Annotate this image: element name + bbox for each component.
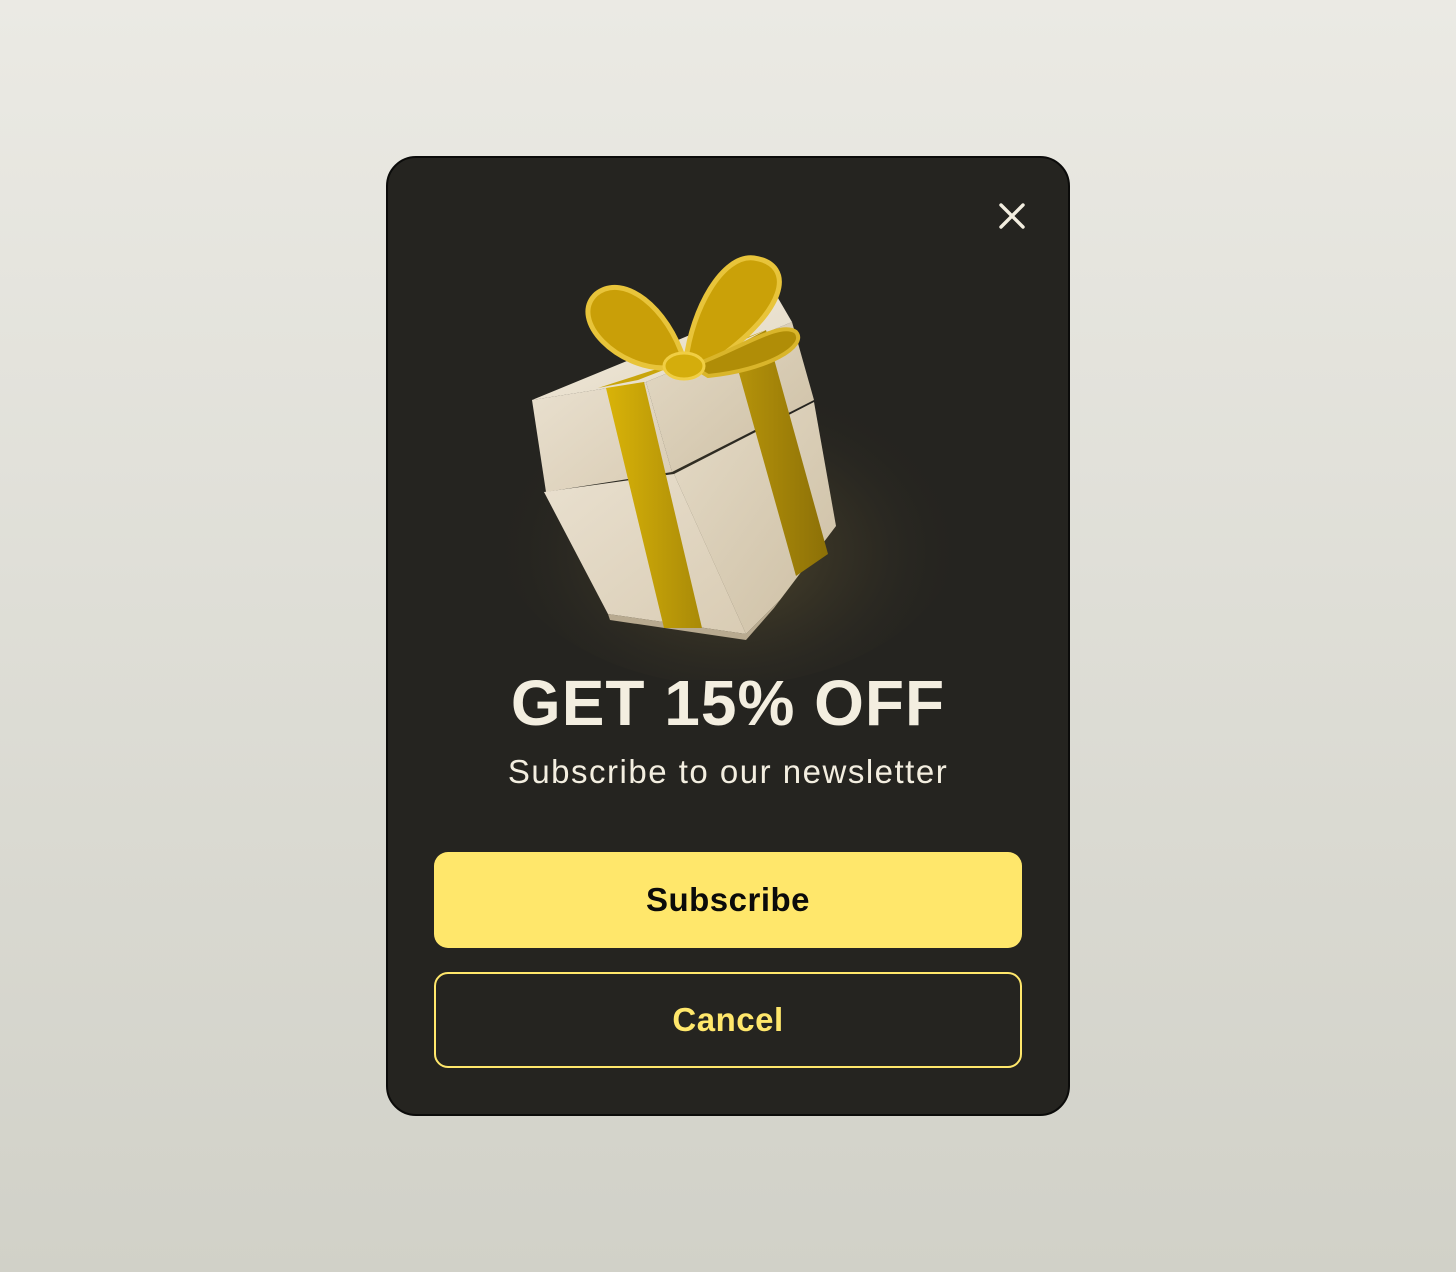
close-button[interactable] [992, 196, 1032, 236]
newsletter-modal: GET 15% OFF Subscribe to our newsletter … [386, 156, 1070, 1116]
offer-headline: GET 15% OFF [510, 667, 946, 739]
subscribe-button[interactable]: Subscribe [434, 852, 1022, 948]
gift-illustration [478, 210, 978, 680]
close-icon [999, 203, 1025, 229]
subscribe-button-label: Subscribe [645, 881, 811, 918]
cancel-button[interactable]: Cancel [434, 972, 1022, 1068]
cancel-button-label: Cancel [672, 1001, 784, 1038]
offer-subheadline: Subscribe to our newsletter [507, 753, 949, 790]
gift-box-icon [488, 255, 968, 680]
